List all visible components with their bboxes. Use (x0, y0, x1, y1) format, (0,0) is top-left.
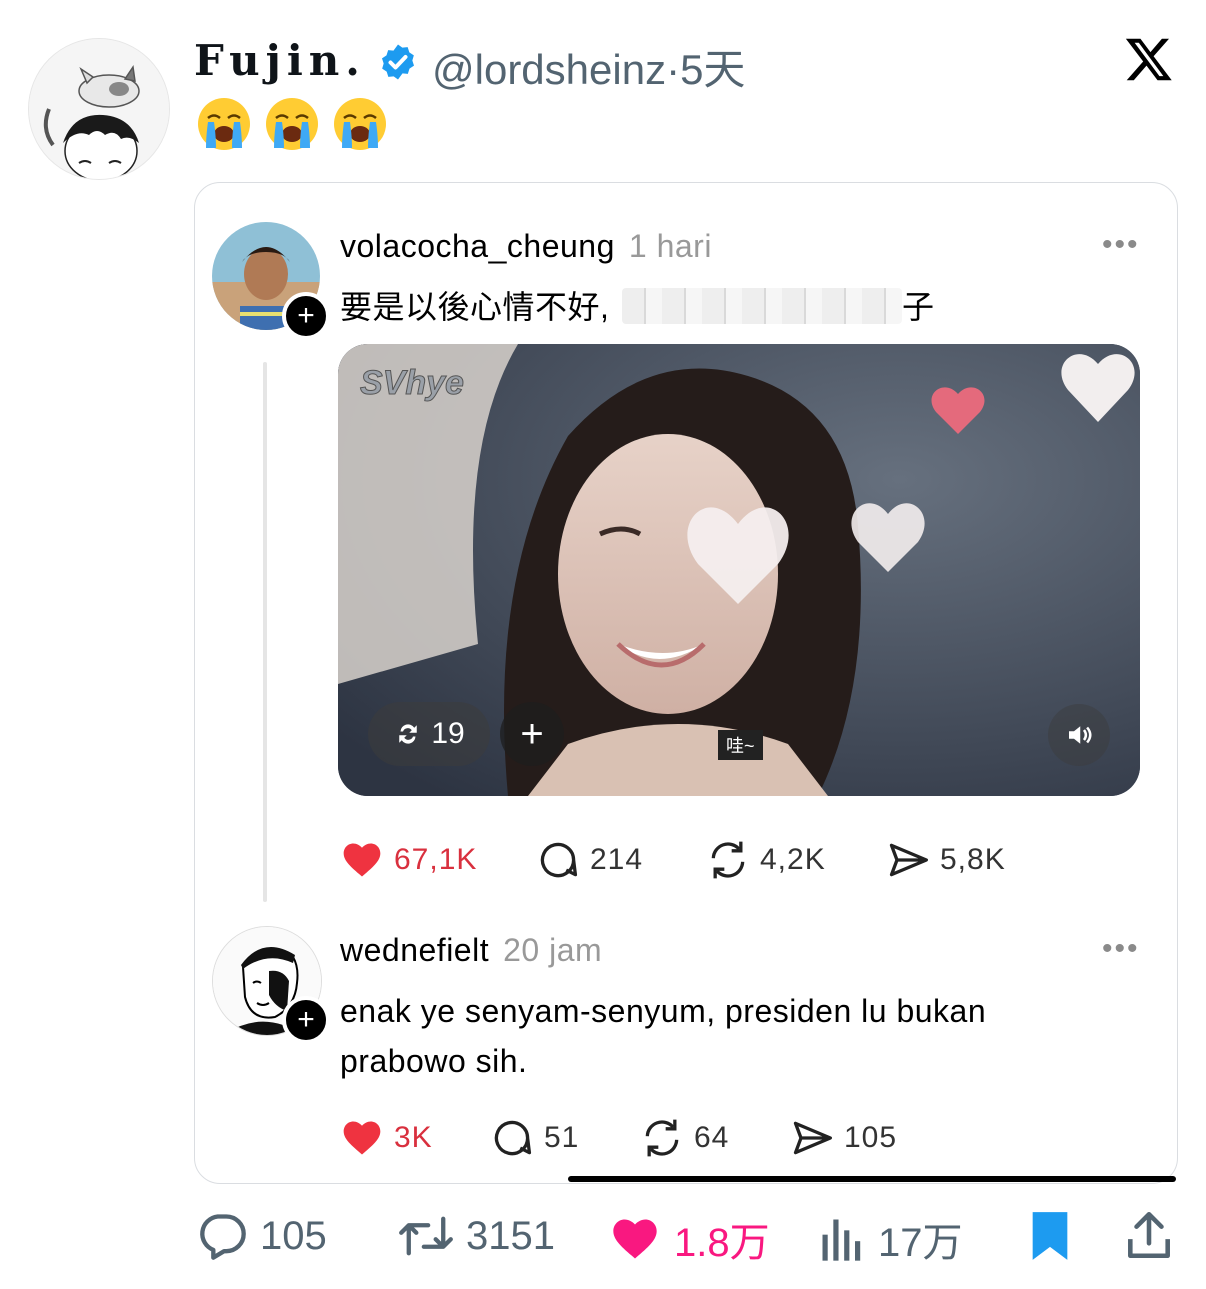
author-display-name[interactable]: Fujin. (194, 36, 366, 85)
views-chart-icon (822, 1219, 861, 1261)
tweet-reply-count: 105 (260, 1213, 327, 1258)
reply-post-share-count: 105 (844, 1121, 898, 1154)
loudly-crying-face-icon (198, 98, 250, 150)
x-logo-icon[interactable] (1124, 34, 1174, 84)
bookmark-button[interactable] (1028, 1210, 1072, 1267)
loudly-crying-face-icon (266, 98, 318, 150)
author-handle-and-time[interactable]: @lordsheinz·5天 (432, 36, 745, 97)
share-upload-icon (1128, 1211, 1170, 1259)
loudly-crying-face-icon (334, 98, 386, 150)
repost-icon (645, 1119, 679, 1157)
thread-post-reply-button[interactable]: 214 (536, 838, 643, 882)
redacted-text-blur (622, 288, 902, 324)
reply-post-share-button[interactable]: 105 (790, 1116, 897, 1160)
reply-post-reply-button[interactable]: 51 (490, 1116, 579, 1160)
tweet-retweet-button[interactable]: 3151 (398, 1210, 555, 1262)
reply-post-like-button[interactable]: 3K (340, 1116, 433, 1160)
send-icon (889, 843, 928, 877)
tweet-view-count: 17万 (878, 1221, 963, 1265)
heart-filled-icon (343, 843, 381, 877)
thread-post-share-count: 5,8K (940, 843, 1006, 876)
reply-post-text-line1: enak ye senyam-senyum, presiden lu bukan (340, 993, 987, 1029)
video-subtitle: 哇~ (718, 730, 763, 760)
follow-plus-button[interactable]: + (282, 996, 330, 1044)
volume-button[interactable] (1048, 704, 1110, 766)
thread-post-like-count: 67,1K (394, 843, 478, 876)
video-watermark: SVhye (360, 364, 464, 402)
thread-post-repost-button[interactable]: 4,2K (706, 838, 826, 882)
thread-post-text-start: 要是以後心情不好, (340, 289, 610, 325)
author-handle[interactable]: @lordsheinz (432, 46, 666, 93)
video-add-button[interactable]: + (500, 702, 564, 766)
retweet-icon (399, 1216, 453, 1256)
reply-post-repost-button[interactable]: 64 (640, 1116, 729, 1160)
thread-post-repost-count: 4,2K (760, 843, 826, 876)
thread-post-share-button[interactable]: 5,8K (886, 838, 1006, 882)
heart-filled-icon (343, 1121, 381, 1155)
tweet-text-emojis (196, 96, 388, 152)
reply-post-text-line2: prabowo sih. (340, 1043, 528, 1079)
reply-post-repost-count: 64 (694, 1121, 730, 1154)
repost-icon (399, 724, 418, 744)
tweet-time[interactable]: 5天 (680, 46, 745, 93)
reply-post-username[interactable]: wednefielt (340, 932, 489, 969)
tweet-retweet-count: 3151 (466, 1213, 555, 1258)
screenshot-scroll-indicator (568, 1176, 1176, 1182)
tweet-reply-button[interactable]: 105 (196, 1210, 327, 1262)
thread-post-reply-count: 214 (590, 843, 644, 876)
thread-connector-line (263, 362, 267, 902)
reply-post-header: wednefielt 20 jam (340, 932, 602, 969)
follow-plus-button[interactable]: + (282, 292, 330, 340)
comment-icon (540, 842, 578, 878)
reply-bubble-icon (200, 1214, 246, 1260)
tweet-like-count: 1.8万 (674, 1221, 770, 1265)
thread-post-header: volacocha_cheung 1 hari (340, 228, 712, 265)
remix-count-button[interactable]: 19 (368, 702, 490, 766)
thread-post-like-button[interactable]: 67,1K (340, 838, 477, 882)
reply-post-time: 20 jam (503, 932, 603, 968)
send-icon (793, 1121, 832, 1155)
remix-count: 19 (431, 717, 465, 750)
bookmark-filled-icon (1032, 1212, 1068, 1260)
thread-post-time: 1 hari (628, 228, 712, 264)
thread-post-username[interactable]: volacocha_cheung (340, 228, 615, 265)
reply-post-reply-count: 51 (544, 1121, 580, 1154)
tweet-views-button[interactable]: 17万 (818, 1210, 963, 1268)
more-options-icon[interactable]: ••• (1102, 932, 1140, 966)
heart-filled-icon (613, 1219, 657, 1259)
separator-dot: · (666, 46, 681, 93)
reply-post-like-count: 3K (394, 1121, 433, 1154)
tweet-like-button[interactable]: 1.8万 (608, 1210, 770, 1268)
author-avatar[interactable] (28, 38, 170, 180)
thread-post-text-end: 子 (902, 289, 935, 325)
repost-icon (711, 841, 745, 879)
comment-icon (494, 1120, 532, 1156)
speaker-icon (1069, 726, 1092, 744)
share-button[interactable] (1124, 1208, 1174, 1267)
avatar-illustration (29, 39, 169, 179)
verified-badge-icon (382, 44, 414, 80)
more-options-icon[interactable]: ••• (1102, 228, 1140, 262)
